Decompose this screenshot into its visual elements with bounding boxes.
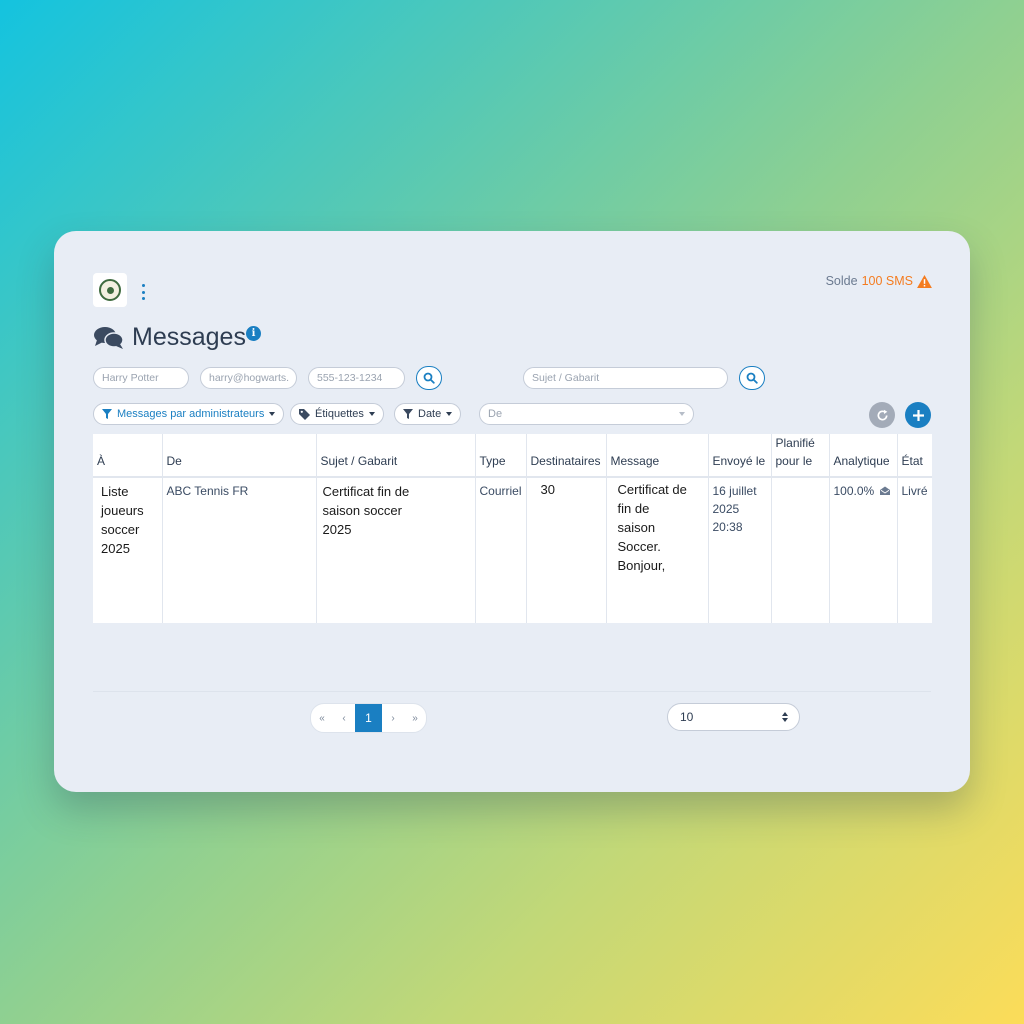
logo-emblem — [99, 279, 121, 301]
cell-status: Livré — [901, 484, 928, 498]
refresh-icon — [877, 409, 888, 420]
chevron-down-icon — [446, 412, 453, 416]
subject-search-button[interactable] — [739, 366, 765, 390]
page-1-button[interactable]: 1 — [355, 704, 382, 732]
contact-search-button[interactable] — [416, 366, 442, 390]
cell-analytics: 100.0% — [829, 477, 898, 623]
column-header-analytics[interactable]: Analytique — [829, 434, 898, 478]
search-icon — [746, 372, 758, 384]
section-divider — [93, 691, 931, 692]
email-search-input[interactable]: harry@hogwarts. — [200, 367, 297, 389]
balance-label: Solde — [825, 274, 858, 288]
phone-search-input[interactable]: 555-123-1234 — [308, 367, 405, 389]
column-header-message[interactable]: Message — [606, 434, 709, 478]
cell-from: ABC Tennis FR — [162, 477, 317, 623]
subject-search-input[interactable]: Sujet / Gabarit — [523, 367, 728, 389]
column-header-to[interactable]: À — [93, 434, 163, 478]
prev-page-button[interactable]: ‹ — [333, 704, 355, 732]
labels-filter-label: Étiquettes — [315, 408, 364, 420]
warning-icon — [917, 274, 932, 288]
search-icon — [423, 372, 435, 384]
chevron-down-icon — [269, 412, 276, 416]
organization-logo[interactable] — [93, 273, 127, 307]
column-header-type[interactable]: Type — [475, 434, 527, 478]
column-header-from[interactable]: De — [162, 434, 317, 478]
filter-icon — [403, 409, 413, 419]
column-header-status[interactable]: État — [897, 434, 932, 478]
labels-filter-dropdown[interactable]: Étiquettes — [290, 403, 384, 425]
balance-amount: 100 SMS — [861, 274, 913, 288]
column-header-sent[interactable]: Envoyé le — [708, 434, 772, 478]
per-page-select[interactable]: 10 — [667, 703, 800, 731]
date-filter-dropdown[interactable]: Date — [394, 403, 462, 425]
column-header-scheduled[interactable]: Planifié pour le — [771, 434, 830, 478]
select-arrows-icon — [782, 712, 788, 722]
page-title-text: Messages — [132, 323, 246, 351]
cell-sent: 16 juillet 2025 20:38 — [708, 477, 772, 623]
cell-subject: Certificat fin de saison soccer 2025 — [316, 477, 476, 623]
next-page-button[interactable]: › — [382, 704, 404, 732]
tag-icon — [299, 408, 310, 420]
messages-card: Solde 100 SMS Messages i Harry Potter ha… — [54, 231, 970, 792]
analytics-open-rate: 100.0% — [833, 484, 875, 498]
chevron-down-icon — [368, 412, 375, 416]
cell-message: Certificat de fin de saison Soccer. Bonj… — [606, 477, 709, 623]
column-header-subject[interactable]: Sujet / Gabarit — [316, 434, 476, 478]
from-select[interactable]: De — [479, 403, 694, 425]
admins-filter-label: Messages par administrateurs — [117, 408, 265, 420]
from-select-placeholder: De — [488, 408, 503, 420]
admins-filter-dropdown[interactable]: Messages par administrateurs — [93, 403, 285, 425]
filter-icon — [102, 409, 112, 419]
table-row[interactable]: Liste joueurs soccer 2025 ABC Tennis FR … — [93, 477, 932, 623]
chat-bubbles-icon — [94, 326, 124, 349]
info-icon[interactable]: i — [246, 326, 261, 341]
column-header-recipients[interactable]: Destinataires — [526, 434, 607, 478]
first-page-button[interactable]: « — [311, 704, 333, 732]
plus-icon — [912, 409, 924, 421]
add-message-button[interactable] — [905, 402, 931, 428]
last-page-button[interactable]: » — [404, 704, 426, 732]
messages-table: À De Sujet / Gabarit Type Destinataires … — [93, 434, 932, 623]
balance-indicator: Solde 100 SMS — [826, 274, 932, 288]
cell-recipients: 30 — [526, 477, 607, 623]
date-filter-label: Date — [418, 408, 442, 420]
envelope-open-icon — [879, 486, 890, 495]
refresh-button[interactable] — [869, 402, 895, 428]
pagination: « ‹ 1 › » — [310, 703, 427, 733]
name-search-input[interactable]: Harry Potter — [93, 367, 189, 389]
more-options-icon[interactable] — [138, 284, 148, 300]
cell-scheduled — [771, 477, 830, 623]
per-page-value: 10 — [680, 710, 694, 724]
cell-to: Liste joueurs soccer 2025 — [93, 477, 163, 623]
chevron-down-icon — [679, 412, 685, 416]
table-header-row: À De Sujet / Gabarit Type Destinataires … — [93, 434, 932, 478]
cell-type: Courriel — [475, 477, 527, 623]
page-title: Messages — [94, 323, 246, 352]
